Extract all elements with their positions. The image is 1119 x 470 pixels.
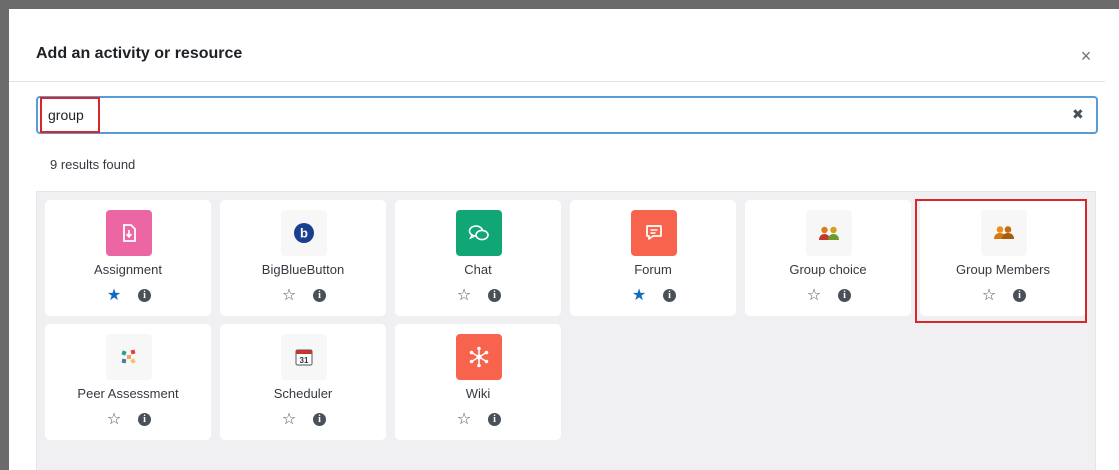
info-icon[interactable]: i xyxy=(138,289,151,302)
info-icon[interactable]: i xyxy=(1013,289,1026,302)
activity-name: Forum xyxy=(634,262,672,277)
activity-name: Wiki xyxy=(465,386,491,401)
activity-name: BigBlueButton xyxy=(261,262,345,277)
peer-assessment-icon xyxy=(106,334,152,380)
close-button[interactable]: × xyxy=(1077,45,1095,67)
info-icon[interactable]: i xyxy=(138,413,151,426)
info-icon[interactable]: i xyxy=(488,289,501,302)
activity-card-assignment[interactable]: Assignment ★ i xyxy=(45,200,211,316)
search-box: ✖ xyxy=(36,96,1098,134)
activity-card-group-members[interactable]: Group Members ☆ i xyxy=(920,200,1086,316)
activity-name: Scheduler xyxy=(273,386,333,401)
forum-icon xyxy=(631,210,677,256)
activity-card-chat[interactable]: Chat ☆ i xyxy=(395,200,561,316)
add-activity-dialog: Add an activity or resource × ✖ 9 result… xyxy=(9,9,1119,470)
star-outline-icon[interactable]: ☆ xyxy=(281,288,297,304)
dialog-scroll-edge xyxy=(1105,9,1119,470)
activity-card-bigbluebutton[interactable]: b BigBlueButton ☆ i xyxy=(220,200,386,316)
info-icon[interactable]: i xyxy=(838,289,851,302)
svg-text:b: b xyxy=(300,226,308,241)
star-outline-icon[interactable]: ☆ xyxy=(456,288,472,304)
star-filled-icon[interactable]: ★ xyxy=(631,288,647,304)
dialog-header: Add an activity or resource × xyxy=(9,9,1105,82)
info-icon[interactable]: i xyxy=(313,289,326,302)
star-outline-icon[interactable]: ☆ xyxy=(806,288,822,304)
bigbluebutton-icon: b xyxy=(281,210,327,256)
star-outline-icon[interactable]: ☆ xyxy=(281,412,297,428)
activity-name: Group choice xyxy=(789,262,867,277)
activity-name: Chat xyxy=(464,262,492,277)
activity-name: Assignment xyxy=(94,262,162,277)
results-count: 9 results found xyxy=(50,157,136,172)
star-outline-icon[interactable]: ☆ xyxy=(106,412,122,428)
activity-grid: Assignment ★ i b BigBlueButton ☆ i Chat … xyxy=(36,191,1096,470)
activity-card-group-choice[interactable]: Group choice ☆ i xyxy=(745,200,911,316)
info-icon[interactable]: i xyxy=(663,289,676,302)
search-input[interactable] xyxy=(48,104,948,126)
group-members-icon xyxy=(981,210,1027,256)
chat-icon xyxy=(456,210,502,256)
assignment-icon xyxy=(106,210,152,256)
activity-name: Peer Assessment xyxy=(77,386,179,401)
info-icon[interactable]: i xyxy=(488,413,501,426)
group-choice-icon xyxy=(806,210,852,256)
star-outline-icon[interactable]: ☆ xyxy=(981,288,997,304)
scheduler-icon: 31 xyxy=(281,334,327,380)
info-icon[interactable]: i xyxy=(313,413,326,426)
dialog-title: Add an activity or resource xyxy=(36,45,243,62)
activity-card-scheduler[interactable]: 31 Scheduler ☆ i xyxy=(220,324,386,440)
activity-card-forum[interactable]: Forum ★ i xyxy=(570,200,736,316)
wiki-icon xyxy=(456,334,502,380)
activity-card-wiki[interactable]: Wiki ☆ i xyxy=(395,324,561,440)
clear-search-icon[interactable]: ✖ xyxy=(1072,104,1086,124)
activity-card-peer-assessment[interactable]: Peer Assessment ☆ i xyxy=(45,324,211,440)
svg-text:31: 31 xyxy=(300,356,309,365)
star-outline-icon[interactable]: ☆ xyxy=(456,412,472,428)
star-filled-icon[interactable]: ★ xyxy=(106,288,122,304)
activity-name: Group Members xyxy=(956,262,1050,277)
